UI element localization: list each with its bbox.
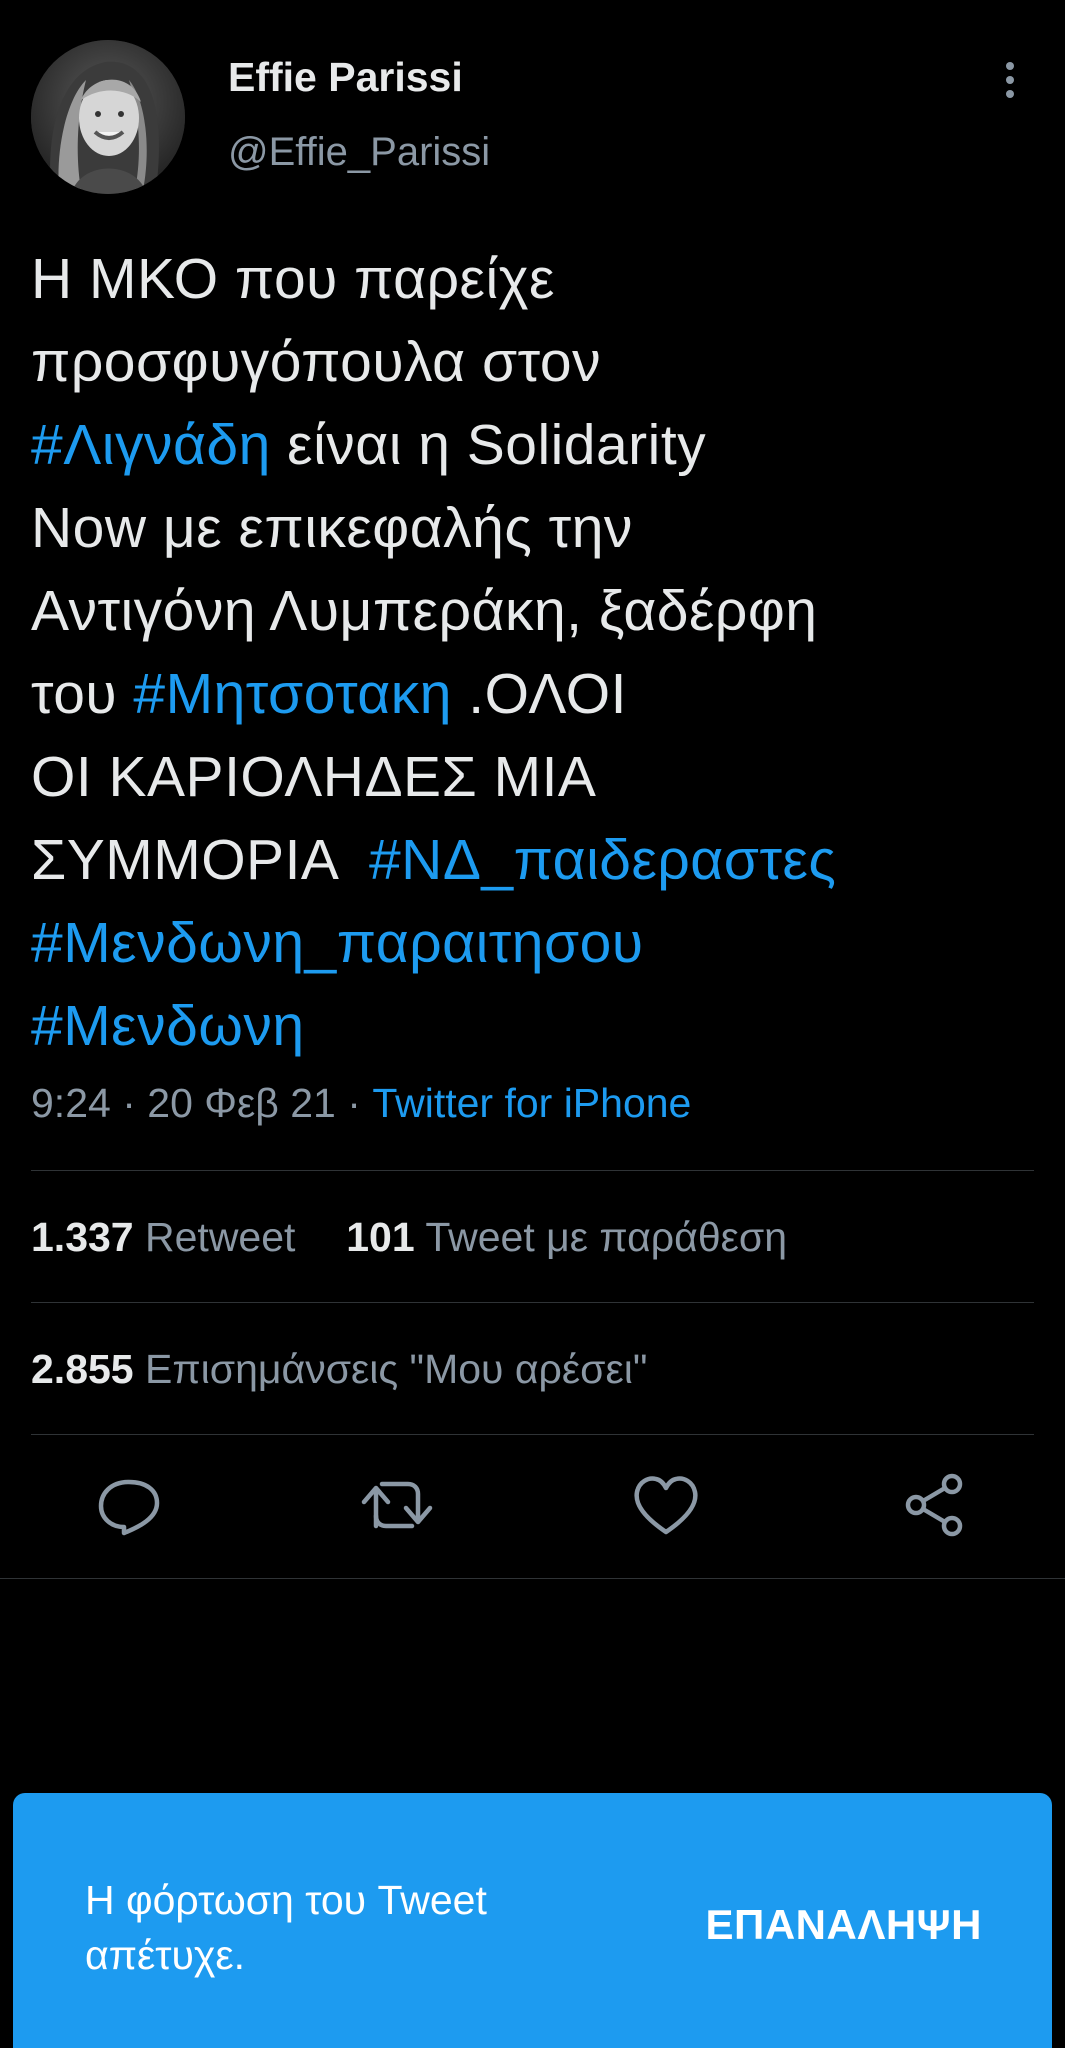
quotes-link[interactable]: 101 Tweet με παράθεση — [346, 1214, 787, 1260]
more-options-icon[interactable] — [990, 56, 1030, 108]
hashtag-link[interactable]: #Μητσοτακη — [133, 662, 452, 726]
likes-count: 2.855 — [31, 1346, 134, 1392]
toast-message-line: Η φόρτωση του Tweet — [85, 1877, 487, 1923]
tweet-body: Η ΜΚΟ που παρείχε προσφυγόπουλα στον #Λιγν… — [31, 238, 1036, 1068]
tweet-text-segment: του — [31, 662, 134, 726]
toast-message-line: απέτυχε. — [85, 1932, 246, 1978]
tweet-header: Effie Parissi @Effie_Parissi — [0, 0, 1065, 220]
user-handle[interactable]: @Effie_Parissi — [228, 130, 490, 175]
tweet-text-line: ΣΥΜΜΟΡΙΑ #ΝΔ_παιδεραστες — [31, 819, 1036, 902]
display-name[interactable]: Effie Parissi — [228, 54, 463, 101]
tweet-meta: 9:24 · 20 Φεβ 21 · Twitter for iPhone — [31, 1080, 691, 1127]
tweet-text-line: #Μενδωνη — [31, 985, 1036, 1068]
tweet-text-segment: είναι η Solidarity — [270, 413, 707, 477]
quotes-label: Tweet με παράθεση — [425, 1214, 788, 1260]
avatar[interactable] — [31, 40, 185, 194]
divider — [31, 1302, 1034, 1303]
tweet-text-line: Αντιγόνη Λυμπεράκη, ξαδέρφη — [31, 570, 1036, 653]
tweet-text-segment: .ΟΛΟΙ — [451, 662, 627, 726]
retweet-stats-row: 1.337 Retweet 101 Tweet με παράθεση — [31, 1214, 787, 1261]
hashtag-link[interactable]: #ΝΔ_παιδεραστες — [369, 828, 836, 892]
meta-separator: · — [347, 1080, 361, 1126]
tweet-text-line: #Λιγνάδη είναι η Solidarity — [31, 404, 1036, 487]
tweet-text-line: ΟΙ ΚΑΡΙΟΛΗΔΕΣ ΜΙΑ — [31, 736, 1036, 819]
tweet-text-segment: προσφυγόπουλα στον — [31, 330, 602, 394]
retweets-count: 1.337 — [31, 1214, 134, 1260]
quotes-count: 101 — [346, 1214, 415, 1260]
share-icon[interactable] — [890, 1460, 980, 1550]
hashtag-link[interactable]: #Μενδωνη_παραιτησου — [31, 911, 644, 975]
error-toast: Η φόρτωση του Tweet απέτυχε. ΕΠΑΝΑΛΗΨΗ — [13, 1793, 1052, 2048]
tweet-text-segment: ΟΙ ΚΑΡΙΟΛΗΔΕΣ ΜΙΑ — [31, 745, 597, 809]
tweet-time: 9:24 — [31, 1080, 111, 1126]
divider — [31, 1170, 1034, 1171]
avatar-image — [31, 40, 185, 194]
retweet-icon[interactable] — [352, 1460, 442, 1550]
tweet-text-line: Now με επικεφαλής την — [31, 487, 1036, 570]
retry-button[interactable]: ΕΠΑΝΑΛΗΨΗ — [706, 1901, 983, 1949]
tweet-text-segment: ΣΥΜΜΟΡΙΑ — [31, 828, 369, 892]
meta-separator: · — [122, 1080, 136, 1126]
tweet-text-line: του #Μητσοτακη .ΟΛΟΙ — [31, 653, 1036, 736]
retweets-link[interactable]: 1.337 Retweet — [31, 1214, 307, 1260]
likes-stats-row[interactable]: 2.855 Επισημάνσεις "Μου αρέσει" — [31, 1346, 647, 1393]
tweet-actions — [0, 1440, 1065, 1570]
tweet-text-segment: Now με επικεφαλής την — [31, 496, 633, 560]
tweet-text-line: #Μενδωνη_παραιτησου — [31, 902, 1036, 985]
tweet-text-segment: Η ΜΚΟ που παρείχε — [31, 247, 555, 311]
tweet-text-line: Η ΜΚΟ που παρείχε — [31, 238, 1036, 321]
toast-message: Η φόρτωση του Tweet απέτυχε. — [85, 1873, 605, 1983]
reply-icon[interactable] — [84, 1460, 174, 1550]
divider — [0, 1578, 1065, 1579]
tweet-date: 20 Φεβ 21 — [147, 1080, 336, 1126]
tweet-text-line: προσφυγόπουλα στον — [31, 321, 1036, 404]
tweet-text-segment: Αντιγόνη Λυμπεράκη, ξαδέρφη — [31, 579, 818, 643]
like-icon[interactable] — [621, 1460, 711, 1550]
divider — [31, 1434, 1034, 1435]
hashtag-link[interactable]: #Λιγνάδη — [31, 413, 271, 477]
likes-label: Επισημάνσεις "Μου αρέσει" — [145, 1346, 648, 1392]
retweets-label: Retweet — [145, 1214, 296, 1260]
tweet-source-link[interactable]: Twitter for iPhone — [372, 1080, 691, 1126]
hashtag-link[interactable]: #Μενδωνη — [31, 994, 305, 1058]
